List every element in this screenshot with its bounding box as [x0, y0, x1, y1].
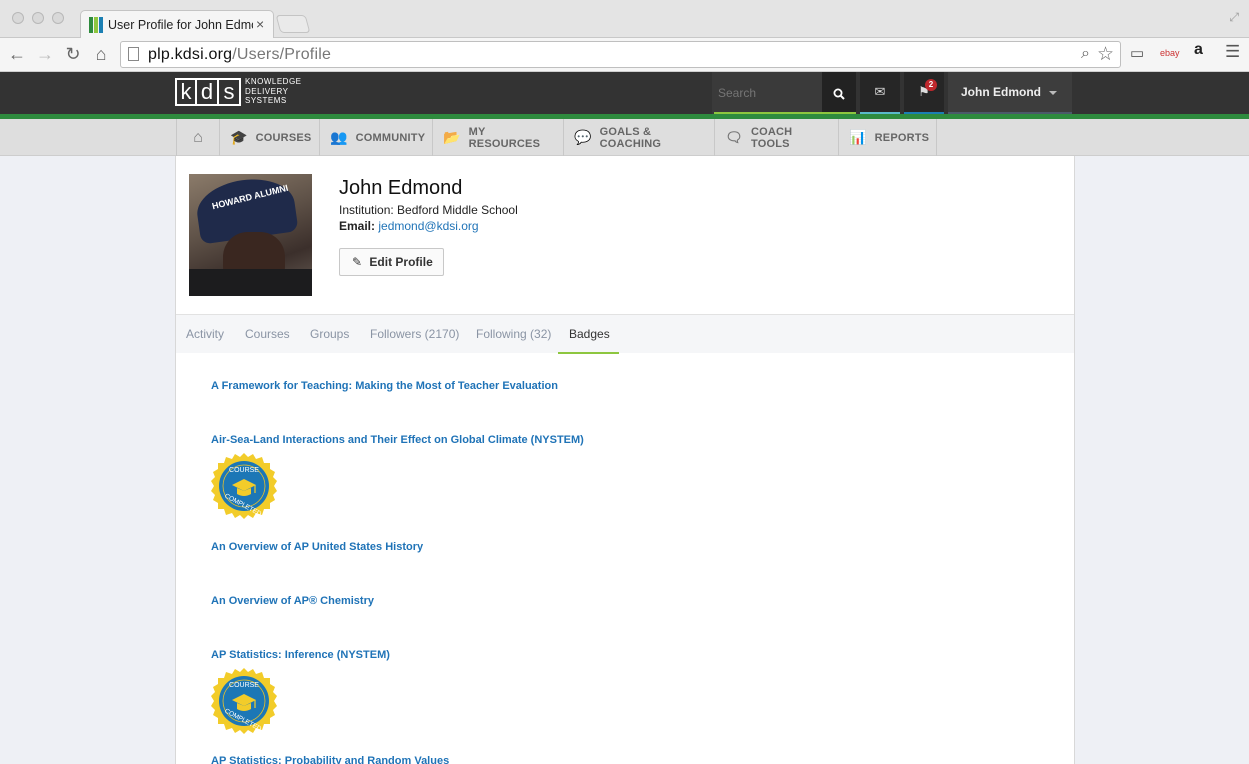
search-input[interactable]: [712, 72, 822, 114]
logo-letter: d: [197, 78, 219, 106]
nav-my-resources-label: MY RESOURCES: [468, 125, 541, 150]
ebay-extension-icon[interactable]: ebay: [1160, 48, 1180, 58]
email-label: Email:: [339, 219, 376, 233]
bookmark-star-icon[interactable]: ☆: [1097, 43, 1114, 66]
nav-community-label: COMMUNITY: [355, 131, 426, 144]
back-arrow-icon[interactable]: ←: [6, 43, 28, 65]
graduation-cap-icon: 🎓: [230, 129, 248, 145]
nav-reports-label: REPORTS: [874, 131, 930, 144]
browser-tab-title: User Profile for John Edmond: [108, 18, 253, 32]
cast-icon[interactable]: ▭: [1130, 44, 1144, 62]
tab-activity[interactable]: Activity: [186, 315, 224, 354]
nav-goals-coaching[interactable]: 💬 GOALS & COACHING: [564, 119, 715, 156]
page-icon: [128, 47, 139, 61]
kds-logo[interactable]: k d s: [175, 78, 241, 106]
address-bar[interactable]: plp.kdsi.org/Users/Profile ⌕ ☆: [120, 41, 1121, 68]
comments-icon: 💬: [574, 129, 592, 145]
badge-course-link[interactable]: Air-Sea-Land Interactions and Their Effe…: [211, 434, 584, 446]
profile-tabs: Activity Courses Groups Followers (2170)…: [176, 314, 1074, 354]
nav-coach-tools-label: COACH TOOLS: [750, 125, 793, 150]
badge-course-link[interactable]: An Overview of AP® Chemistry: [211, 595, 374, 607]
nav-my-resources[interactable]: 📂 MY RESOURCES: [433, 119, 564, 156]
home-browser-icon[interactable]: ⌂: [90, 43, 112, 65]
course-completed-badge-icon: COURSE COMPLETED: [211, 668, 277, 734]
nav-reports[interactable]: 📊 REPORTS: [839, 119, 937, 156]
users-icon: 👥: [330, 129, 348, 145]
bar-chart-icon: 📊: [849, 129, 867, 145]
seal-top-text: COURSE: [229, 682, 259, 689]
home-icon: ⌂: [193, 128, 203, 146]
seal-top-text: COURSE: [229, 467, 259, 474]
logo-letter: k: [175, 78, 197, 106]
profile-name: John Edmond: [339, 177, 463, 199]
badge-course-link[interactable]: An Overview of AP United States History: [211, 541, 423, 553]
folder-icon: 📂: [443, 129, 461, 145]
avatar-shirt: [189, 269, 312, 296]
edit-profile-label: Edit Profile: [369, 255, 433, 269]
browser-tab[interactable]: User Profile for John Edmond ×: [80, 10, 274, 39]
edit-icon: ✎: [352, 255, 363, 269]
kds-favicon-icon: [89, 17, 105, 33]
browser-tab-strip: User Profile for John Edmond × ⤢: [0, 0, 1249, 39]
notifications-button[interactable]: ⚑: [904, 72, 944, 114]
nav-courses-label: COURSES: [255, 131, 312, 144]
email-link[interactable]: jedmond@kdsi.org: [378, 219, 478, 233]
logo-letter: s: [219, 78, 241, 106]
logo-wordmark-line: SYSTEMS: [245, 96, 287, 105]
caret-down-icon: [1049, 91, 1057, 95]
close-tab-icon[interactable]: ×: [256, 16, 264, 32]
nav-courses[interactable]: 🎓 COURSES: [220, 119, 320, 156]
nav-community[interactable]: 👥 COMMUNITY: [320, 119, 433, 156]
tab-groups[interactable]: Groups: [310, 315, 349, 354]
minimize-window-button[interactable]: [32, 12, 44, 24]
tab-badges[interactable]: Badges: [558, 315, 619, 354]
new-tab-button[interactable]: [275, 15, 311, 33]
main-nav: ⌂ 🎓 COURSES 👥 COMMUNITY 📂 MY RESOURCES 💬…: [0, 119, 1249, 156]
nav-home[interactable]: ⌂: [177, 119, 220, 156]
envelope-icon: ✉: [874, 84, 886, 99]
amazon-extension-icon[interactable]: a: [1194, 41, 1203, 59]
fullscreen-icon[interactable]: ⤢: [1229, 10, 1239, 25]
profile-institution: Institution: Bedford Middle School: [339, 203, 518, 217]
tab-followers[interactable]: Followers (2170): [370, 315, 459, 354]
chrome-menu-icon[interactable]: ☰: [1225, 42, 1240, 62]
messages-button[interactable]: ✉: [860, 72, 900, 114]
tab-courses[interactable]: Courses: [245, 315, 290, 354]
nav-coach-tools[interactable]: 🗨 COACH TOOLS: [715, 119, 839, 156]
nav-goals-coaching-label: GOALS & COACHING: [599, 125, 662, 150]
zoom-window-button[interactable]: [52, 12, 64, 24]
tab-following[interactable]: Following (32): [476, 315, 551, 354]
user-menu-dropdown[interactable]: John Edmond: [948, 72, 1072, 114]
avatar: HOWARD ALUMNI: [189, 174, 312, 296]
badge-course-link[interactable]: A Framework for Teaching: Making the Mos…: [211, 380, 558, 392]
close-window-button[interactable]: [12, 12, 24, 24]
badge-course-link[interactable]: AP Statistics: Probability and Random Va…: [211, 755, 449, 764]
logo-wordmark: KNOWLEDGE DELIVERY SYSTEMS: [245, 77, 302, 106]
reload-icon[interactable]: ↻: [62, 43, 84, 65]
magnifier-icon[interactable]: ⌕: [1081, 45, 1090, 63]
search-icon[interactable]: [822, 72, 856, 114]
logo-wordmark-line: DELIVERY: [245, 86, 289, 96]
forward-arrow-icon[interactable]: →: [34, 43, 56, 65]
badge-course-link[interactable]: AP Statistics: Inference (NYSTEM): [211, 649, 390, 661]
user-menu-name: John Edmond: [961, 85, 1041, 99]
browser-toolbar: ← → ↻ ⌂ plp.kdsi.org/Users/Profile ⌕ ☆ ▭…: [0, 38, 1249, 72]
url-text: plp.kdsi.org/Users/Profile: [148, 46, 332, 63]
edit-profile-button[interactable]: ✎ Edit Profile: [339, 248, 444, 276]
logo-wordmark-line: KNOWLEDGE: [245, 77, 302, 86]
profile-email: Email: jedmond@kdsi.org: [339, 219, 479, 233]
comment-icon: 🗨: [725, 129, 743, 145]
site-search: [712, 72, 856, 114]
notification-count-badge: 2: [925, 79, 937, 91]
course-completed-badge-icon: COURSE COMPLETED: [211, 453, 277, 519]
